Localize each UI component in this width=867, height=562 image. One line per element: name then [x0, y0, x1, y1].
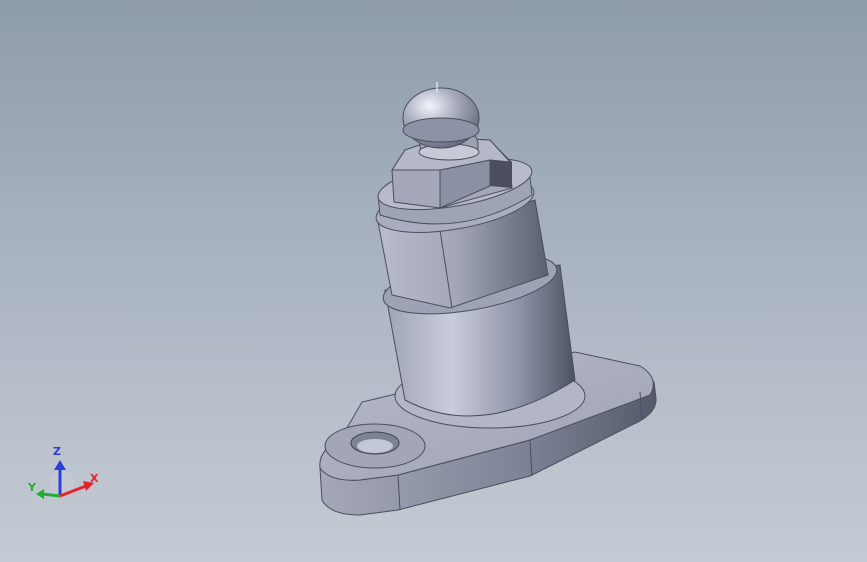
- y-axis-label: Y: [27, 481, 37, 494]
- y-axis-arrow: [36, 489, 44, 499]
- 3d-part-model[interactable]: [0, 0, 867, 562]
- graphics-viewport[interactable]: Z X Y: [0, 0, 867, 562]
- z-axis-label: Z: [53, 445, 61, 458]
- y-axis-line: [41, 492, 61, 498]
- z-axis-arrow: [54, 460, 66, 470]
- x-axis-label: X: [90, 472, 99, 485]
- coordinate-triad: Z X Y: [27, 445, 99, 499]
